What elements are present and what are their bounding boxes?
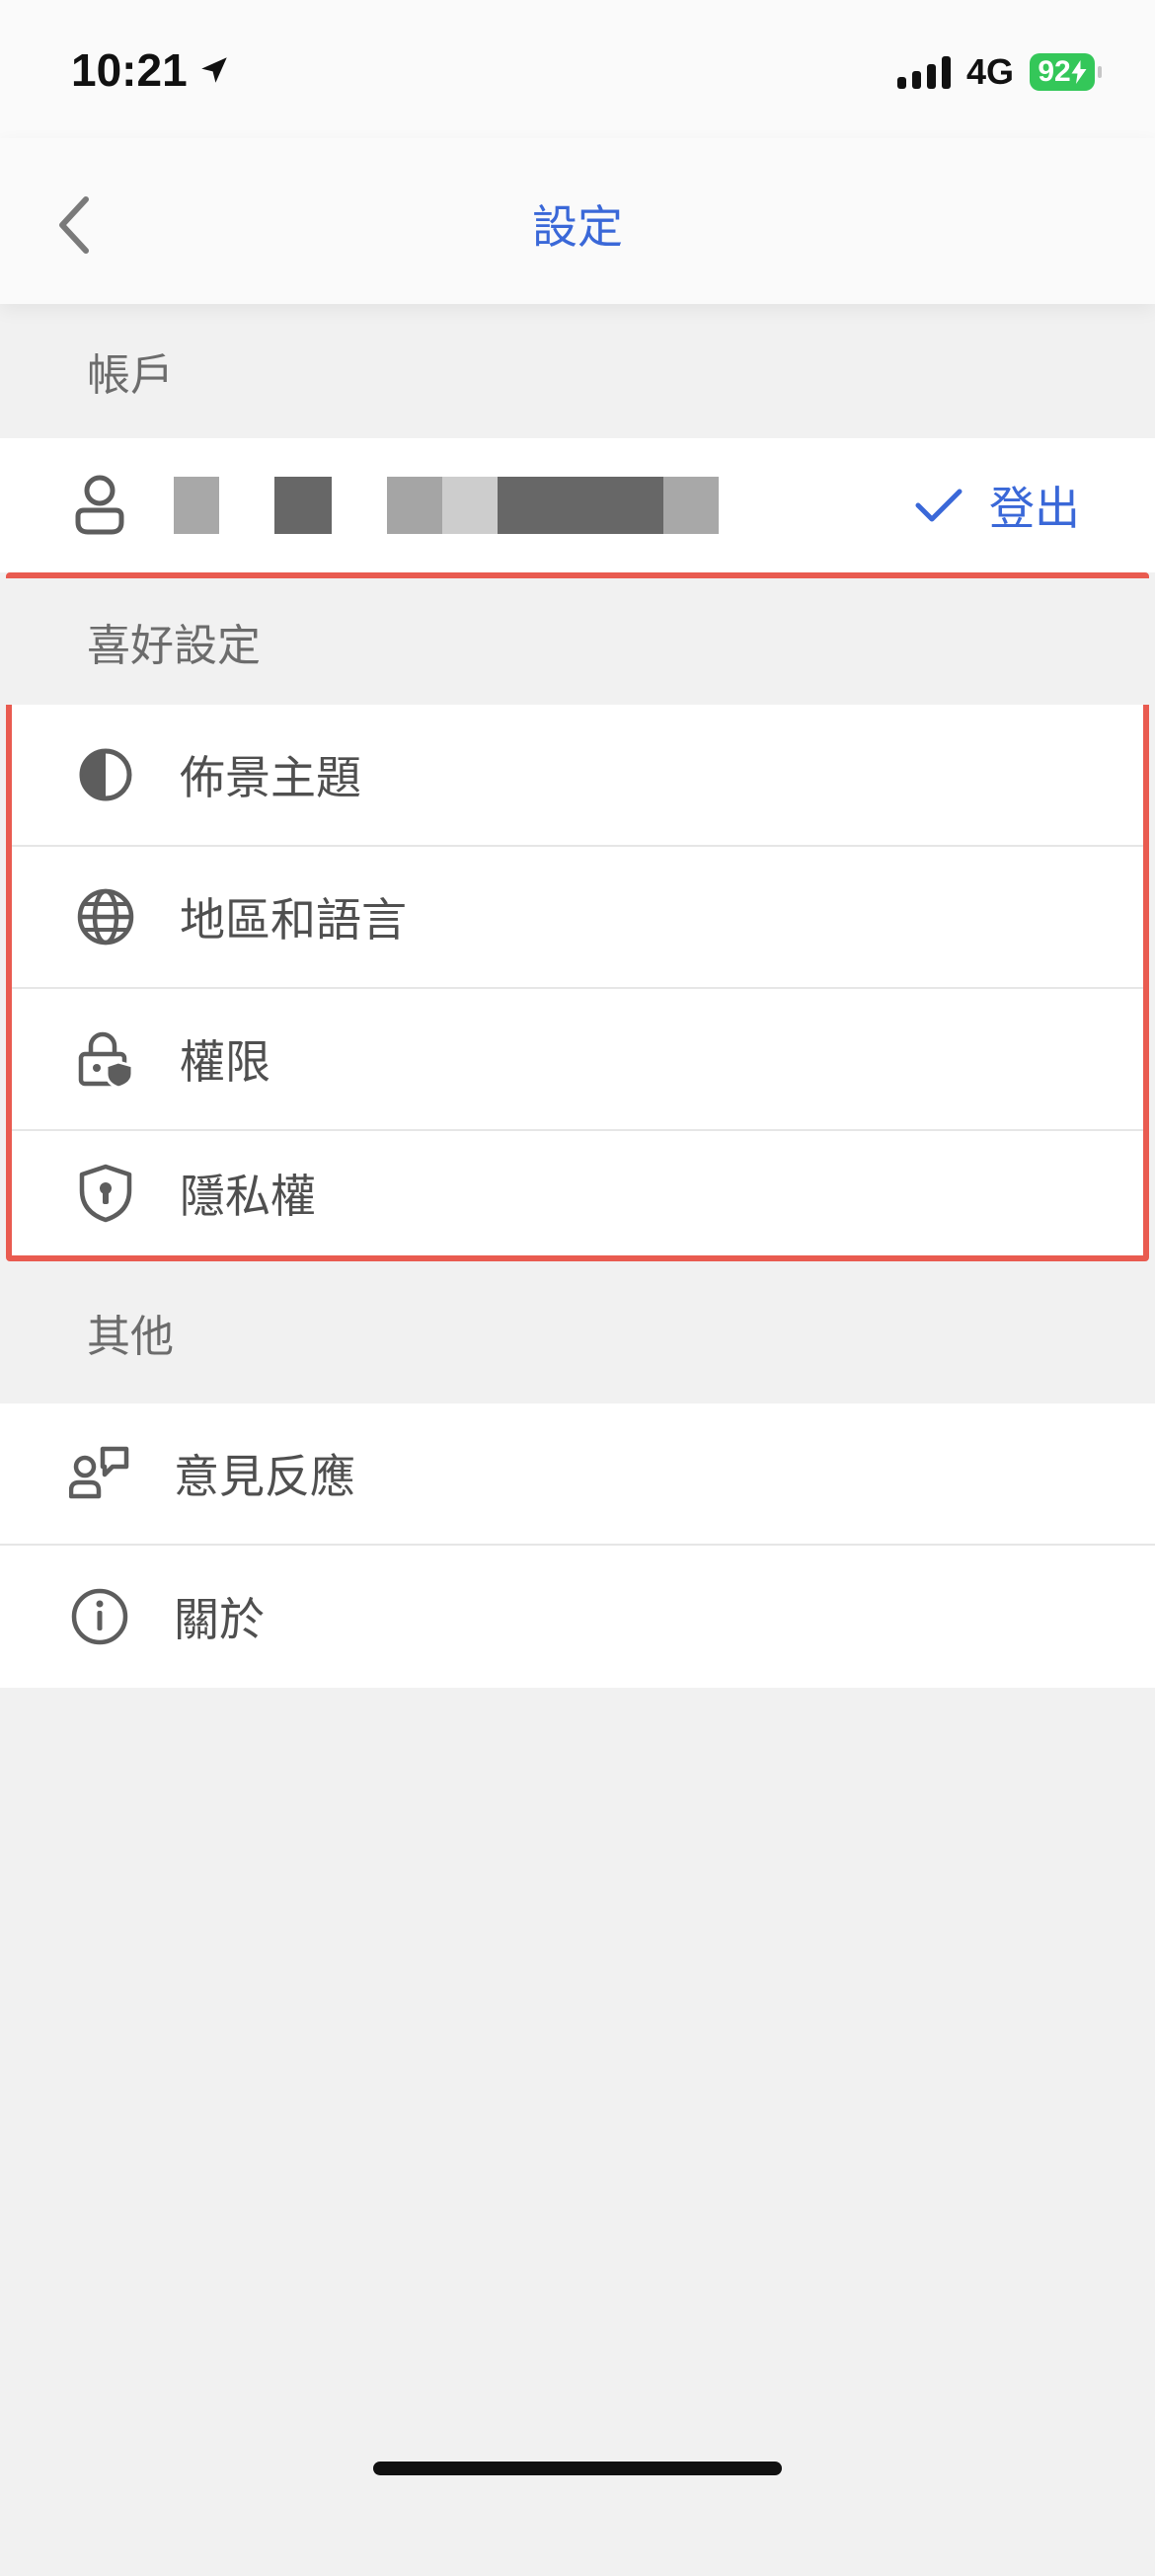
info-icon [67,1584,132,1649]
navigation-bar: 設定 [0,138,1155,304]
battery-level: 92 [1038,55,1071,88]
row-label: 佈景主題 [180,751,361,804]
row-feedback[interactable]: 意見反應 [0,1403,1155,1546]
network-label: 4G [965,51,1014,92]
checkmark-icon [915,489,962,522]
page-title: 設定 [532,200,623,254]
row-permissions[interactable]: 權限 [12,989,1143,1131]
charging-bolt-icon [1071,60,1087,84]
row-label: 意見反應 [174,1450,355,1503]
location-arrow-icon [200,57,227,83]
preferences-highlight: 喜好設定 佈景主題 地區和語言 權限 隱私權 [6,572,1149,1261]
user-icon [67,473,132,538]
logout-button[interactable]: 登出 [914,473,1080,538]
signal-icon [896,55,951,89]
row-region-language[interactable]: 地區和語言 [12,847,1143,989]
row-privacy[interactable]: 隱私權 [12,1131,1143,1255]
empty-area [0,1688,1155,2576]
status-bar: 10:21 4G 92 [0,0,1155,138]
row-label: 權限 [180,1035,270,1089]
lock-shield-icon [73,1026,138,1092]
row-label: 隱私權 [180,1170,316,1223]
row-label: 關於 [174,1593,265,1646]
time-label: 10:21 [71,44,188,96]
account-email-redacted [174,477,719,534]
contrast-icon [73,742,138,807]
account-row: 登出 [0,438,1155,572]
status-time: 10:21 [71,43,231,97]
logout-label: 登出 [989,482,1080,535]
shield-lock-icon [73,1161,138,1226]
status-indicators: 4G 92 [896,51,1102,93]
feedback-icon [67,1441,132,1506]
section-header-other: 其他 [0,1261,1155,1403]
row-label: 地區和語言 [180,893,407,947]
other-list: 意見反應 關於 [0,1403,1155,1688]
section-header-preferences: 喜好設定 [6,578,1149,705]
section-header-account: 帳戶 [0,304,1155,438]
home-indicator[interactable] [373,2462,782,2475]
row-theme[interactable]: 佈景主題 [12,705,1143,847]
battery-icon: 92 [1030,53,1102,91]
globe-icon [73,884,138,949]
row-about[interactable]: 關於 [0,1546,1155,1688]
